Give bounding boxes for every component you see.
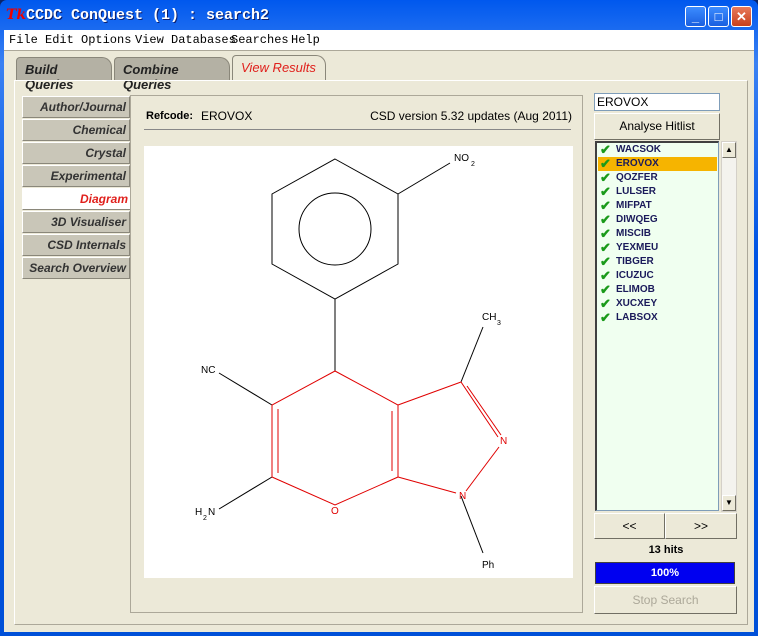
maximize-button[interactable]: □	[708, 6, 729, 27]
menu-edit[interactable]: Edit	[45, 33, 74, 47]
label-n2: N	[500, 436, 507, 447]
hit-refcode: LULSER	[616, 186, 656, 197]
label-n1: N	[459, 491, 466, 502]
nav-diagram[interactable]: Diagram	[22, 188, 132, 210]
nav-csd-internals[interactable]: CSD Internals	[22, 234, 130, 256]
minimize-button[interactable]: _	[685, 6, 706, 27]
hit-count: 13 hits	[648, 544, 684, 556]
window-title: CCDC ConQuest (1) : search2	[26, 7, 270, 24]
client-area: File Edit Options View Databases Searche…	[4, 30, 754, 632]
label-nc: NC	[201, 365, 215, 376]
hit-list-item[interactable]: ✔ YEXMEU	[598, 241, 717, 255]
refcode-value: EROVOX	[201, 109, 253, 123]
benzene-ring	[218, 158, 484, 554]
label-n-amine: N	[208, 507, 215, 518]
stop-search-button[interactable]: Stop Search	[594, 586, 737, 614]
hit-refcode: YEXMEU	[616, 242, 659, 253]
check-icon: ✔	[600, 240, 611, 255]
nav-3d-visualiser[interactable]: 3D Visualiser	[22, 211, 130, 233]
nav-search-overview[interactable]: Search Overview	[22, 257, 130, 279]
check-icon: ✔	[600, 310, 611, 325]
hit-refcode: MIFPAT	[616, 200, 652, 211]
menu-searches[interactable]: Searches	[231, 33, 289, 47]
hit-refcode: LABSOX	[616, 312, 658, 323]
scroll-up-arrow[interactable]: ▲	[722, 142, 736, 158]
nav-crystal[interactable]: Crystal	[22, 142, 130, 164]
menu-view-databases[interactable]: View Databases	[135, 33, 236, 47]
check-icon: ✔	[600, 170, 611, 185]
hit-refcode: DIWQEG	[616, 214, 658, 225]
refcode-search-input[interactable]: EROVOX	[594, 93, 720, 111]
hit-list-item[interactable]: ✔ MISCIB	[598, 227, 717, 241]
close-button[interactable]: ✕	[731, 6, 752, 27]
check-icon: ✔	[600, 142, 611, 157]
analyse-hitlist-button[interactable]: Analyse Hitlist	[594, 113, 720, 140]
hit-list-item[interactable]: ✔ TIBGER	[598, 255, 717, 269]
pyranopyrazole-rings	[271, 370, 502, 506]
csd-version: CSD version 5.32 updates (Aug 2011)	[370, 109, 572, 123]
check-icon: ✔	[600, 226, 611, 241]
tab-view-results[interactable]: View Results	[232, 55, 326, 80]
label-no2: NO	[454, 153, 469, 164]
nav-chemical[interactable]: Chemical	[22, 119, 130, 141]
app-window: Tk CCDC ConQuest (1) : search2 _ □ ✕ Fil…	[0, 0, 758, 636]
search-progress-bar: 100%	[595, 562, 735, 584]
previous-hit-button[interactable]: <<	[594, 513, 665, 539]
hit-refcode: XUCXEY	[616, 298, 658, 309]
hit-refcode: QOZFER	[616, 172, 658, 183]
hit-refcode: ELIMOB	[616, 284, 655, 295]
check-icon: ✔	[600, 282, 611, 297]
hit-refcode: MISCIB	[616, 228, 651, 239]
hit-list-item[interactable]: ✔ LULSER	[598, 185, 717, 199]
nav-author-journal[interactable]: Author/Journal	[22, 96, 130, 118]
hit-list-item[interactable]: ✔ QOZFER	[598, 171, 717, 185]
menu-help[interactable]: Help	[291, 33, 320, 47]
check-icon: ✔	[600, 296, 611, 311]
check-icon: ✔	[600, 156, 611, 171]
check-icon: ✔	[600, 184, 611, 199]
hit-list-item[interactable]: ✔ DIWQEG	[598, 213, 717, 227]
hit-list-item[interactable]: ✔ ELIMOB	[598, 283, 717, 297]
hit-list-item[interactable]: ✔ EROVOX	[598, 157, 717, 171]
hit-list-item[interactable]: ✔ MIFPAT	[598, 199, 717, 213]
tab-combine-queries[interactable]: Combine Queries	[114, 57, 230, 92]
check-icon: ✔	[600, 254, 611, 269]
hit-refcode: ICUZUC	[616, 270, 654, 281]
hit-list-item[interactable]: ✔ LABSOX	[598, 311, 717, 325]
check-icon: ✔	[600, 212, 611, 227]
label-h2-sub: 2	[203, 515, 207, 522]
divider	[144, 129, 571, 130]
label-ph: Ph	[482, 560, 494, 571]
check-icon: ✔	[600, 198, 611, 213]
title-bar: Tk CCDC ConQuest (1) : search2 _ □ ✕	[0, 0, 758, 30]
check-icon: ✔	[600, 268, 611, 283]
hitlist-scrollbar[interactable]: ▲ ▼	[721, 141, 737, 512]
nav-experimental[interactable]: Experimental	[22, 165, 130, 187]
label-ch3: CH	[482, 312, 496, 323]
diagram-panel: Refcode: EROVOX CSD version 5.32 updates…	[130, 95, 583, 613]
hit-list[interactable]: ✔ WACSOK ✔ EROVOX ✔ QOZFER ✔ LULSER ✔ MIFPAT ✔ DIWQ…	[595, 141, 719, 511]
hit-list-item[interactable]: ✔ ICUZUC	[598, 269, 717, 283]
hit-refcode: WACSOK	[616, 144, 661, 155]
hit-refcode: TIBGER	[616, 256, 654, 267]
structure-diagram: NO 2 CH 3 NC H 2 N O N N Ph	[144, 146, 573, 578]
next-hit-button[interactable]: >>	[665, 513, 737, 539]
app-icon: Tk	[6, 7, 27, 23]
label-o: O	[331, 506, 339, 517]
label-ch3-sub: 3	[497, 320, 501, 327]
hit-list-item[interactable]: ✔ XUCXEY	[598, 297, 717, 311]
scroll-down-arrow[interactable]: ▼	[722, 495, 736, 511]
tab-build-queries[interactable]: Build Queries	[16, 57, 112, 92]
label-h: H	[195, 507, 202, 518]
menu-bar: File Edit Options View Databases Searche…	[4, 30, 754, 51]
refcode-label: Refcode:	[146, 110, 194, 122]
label-no2-sub: 2	[471, 161, 475, 168]
menu-options[interactable]: Options	[81, 33, 131, 47]
hit-list-item[interactable]: ✔ WACSOK	[598, 143, 717, 157]
hit-refcode: EROVOX	[616, 158, 659, 169]
menu-file[interactable]: File	[9, 33, 38, 47]
